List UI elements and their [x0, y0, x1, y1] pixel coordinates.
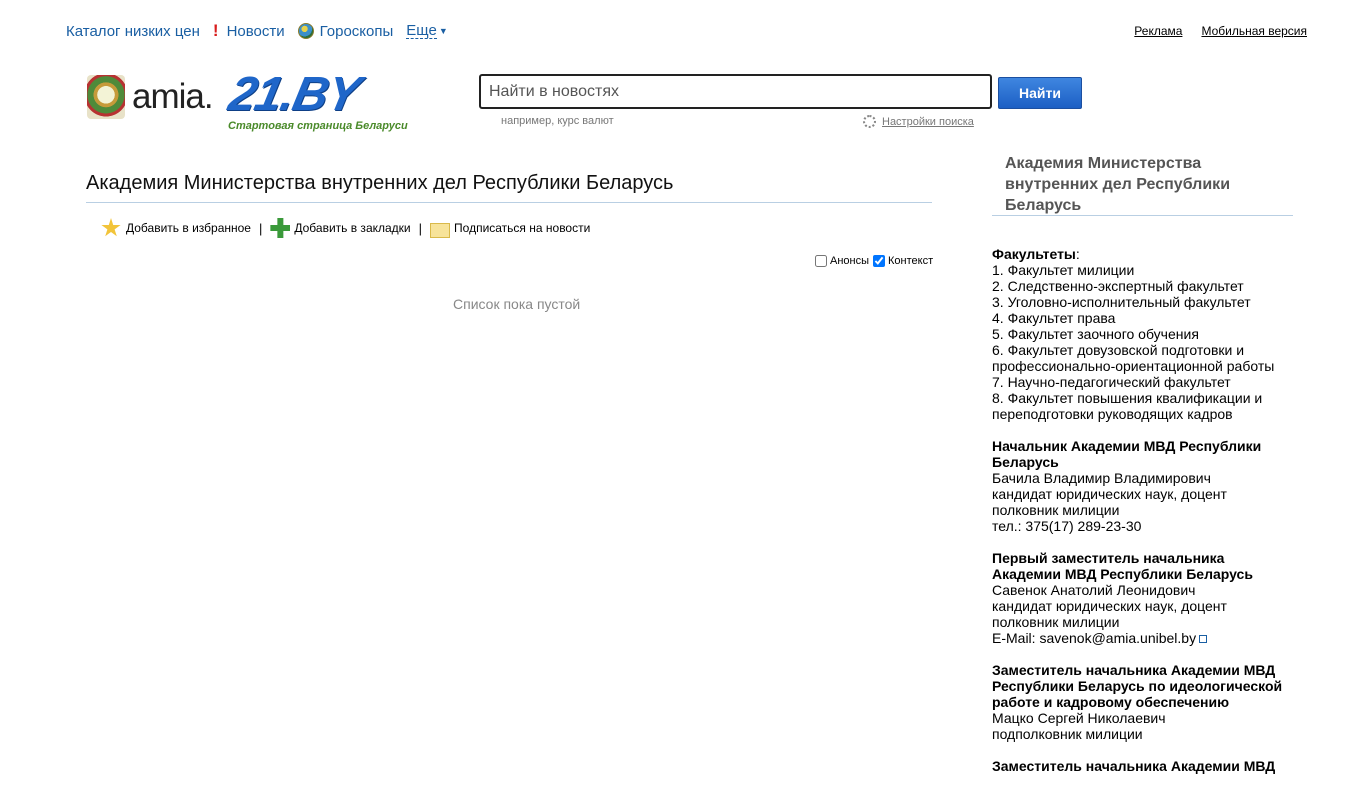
add-bookmark-label: Добавить в закладки — [294, 221, 411, 235]
context-filter[interactable]: Контекст — [873, 255, 933, 267]
deputy1-position: Первый заместитель начальника Академии М… — [992, 550, 1253, 582]
faculties-heading: Факультеты — [992, 246, 1076, 262]
add-favorite-button[interactable]: Добавить в избранное — [101, 218, 251, 238]
add-bookmark-button[interactable]: Добавить в закладки — [270, 218, 411, 238]
gear-icon — [863, 115, 876, 128]
head-rank: полковник милиции — [992, 502, 1120, 518]
faculties-block: Факультеты: 1. Факультет милиции 2. След… — [992, 246, 1292, 422]
nav-more-dropdown[interactable]: Еще ▼ — [406, 22, 448, 39]
deputy2-position: Заместитель начальника Академии МВД Респ… — [992, 662, 1283, 710]
head-phone: тел.: 375(17) 289-23-30 — [992, 518, 1142, 534]
deputy1-rank: полковник милиции — [992, 614, 1120, 630]
page-title: Академия Министерства внутренних дел Рес… — [86, 172, 674, 194]
deputy2-name: Мацко Сергей Николаевич — [992, 710, 1166, 726]
faculty-item: 2. Следственно-экспертный факультет — [992, 278, 1244, 294]
title-divider — [86, 202, 932, 203]
deputy1-name: Савенок Анатолий Леонидович — [992, 582, 1196, 598]
nav-horoscopes-link[interactable]: Гороскопы — [297, 22, 394, 40]
logo-amia-text: amia. — [132, 77, 214, 116]
logo-21by-text: 21.BY — [224, 68, 365, 121]
search-button[interactable]: Найти — [998, 77, 1082, 109]
caret-down-icon: ▼ — [438, 26, 448, 36]
context-checkbox[interactable] — [873, 255, 886, 267]
subscribe-button[interactable]: Подписаться на новости — [430, 221, 591, 238]
context-label: Контекст — [888, 255, 934, 267]
faculty-item: 7. Научно-педагогический факультет — [992, 374, 1231, 390]
separator: | — [418, 220, 423, 236]
logo-tagline: Стартовая страница Беларуси — [228, 120, 408, 132]
sidebar-content: Факультеты: 1. Факультет милиции 2. След… — [992, 246, 1292, 790]
nav-horoscopes-label: Гороскопы — [319, 22, 394, 40]
nav-more-label: Еще — [406, 22, 437, 39]
nav-catalog-label: Каталог низких цен — [66, 22, 200, 40]
ads-link[interactable]: Реклама — [1134, 24, 1182, 38]
top-links: Реклама Мобильная версия — [1115, 24, 1307, 38]
external-link-icon[interactable] — [1199, 635, 1208, 643]
deputy1-email-line: E-Mail: savenok@amia.unibel.by — [992, 630, 1292, 646]
deputy2-contact-block: Заместитель начальника Академии МВД Респ… — [992, 662, 1292, 742]
announcements-checkbox[interactable] — [815, 255, 827, 267]
announcements-filter[interactable]: Анонсы — [815, 255, 869, 267]
nav-catalog-link[interactable]: Каталог низких цен — [66, 23, 200, 40]
announcements-label: Анонсы — [830, 255, 870, 267]
plus-icon — [270, 218, 291, 238]
search-hint: например, курс валют — [501, 115, 614, 127]
deputy2-rank: подполковник милиции — [992, 726, 1143, 742]
zodiac-icon — [297, 23, 314, 39]
empty-list-message: Список пока пустой — [453, 296, 581, 312]
head-position: Начальник Академии МВД Республики Белару… — [992, 438, 1262, 470]
exclamation-icon: ! — [212, 21, 219, 40]
head-name: Бачила Владимир Владимирович — [992, 470, 1211, 486]
add-favorite-label: Добавить в избранное — [126, 221, 251, 235]
academy-emblem-icon — [87, 75, 125, 119]
search-input[interactable] — [479, 74, 992, 109]
faculty-item: 5. Факультет заочного обучения — [992, 326, 1199, 342]
site-logo[interactable]: amia. 21.BY Стартовая страница Беларуси — [87, 68, 447, 135]
nav-news-link[interactable]: ! Новости — [213, 21, 285, 41]
head-contact-block: Начальник Академии МВД Республики Белару… — [992, 438, 1292, 534]
faculty-item: 8. Факультет повышения квалификации и пе… — [992, 390, 1263, 422]
faculty-item: 6. Факультет довузовской подготовки и пр… — [992, 342, 1275, 374]
faculty-item: 1. Факультет милиции — [992, 262, 1135, 278]
top-nav: Каталог низких цен ! Новости Гороскопы Е… — [66, 21, 461, 41]
deputy3-position: Заместитель начальника Академии МВД — [992, 758, 1276, 774]
action-bar: Добавить в избранное | Добавить в заклад… — [101, 218, 590, 238]
faculty-item: 4. Факультет права — [992, 310, 1116, 326]
star-icon — [101, 218, 121, 237]
sidebar-title: Академия Министерства внутренних дел Рес… — [1005, 155, 1231, 214]
deputy3-contact-block: Заместитель начальника Академии МВД — [992, 758, 1292, 774]
deputy1-email[interactable]: E-Mail: savenok@amia.unibel.by — [992, 630, 1196, 646]
separator: | — [258, 220, 263, 236]
envelope-icon — [430, 222, 451, 238]
search-settings-label: Настройки поиска — [882, 115, 974, 128]
mobile-version-link[interactable]: Мобильная версия — [1201, 24, 1307, 38]
faculty-item: 3. Уголовно-исполнительный факультет — [992, 294, 1251, 310]
sidebar-divider — [992, 215, 1293, 216]
deputy1-contact-block: Первый заместитель начальника Академии М… — [992, 550, 1292, 646]
subscribe-label: Подписаться на новости — [454, 221, 591, 235]
nav-news-label: Новости — [226, 22, 285, 40]
head-degree: кандидат юридических наук, доцент — [992, 486, 1227, 502]
search-settings-link[interactable]: Настройки поиска — [863, 115, 974, 128]
filters: Анонсы Контекст — [811, 255, 933, 267]
deputy1-degree: кандидат юридических наук, доцент — [992, 598, 1227, 614]
